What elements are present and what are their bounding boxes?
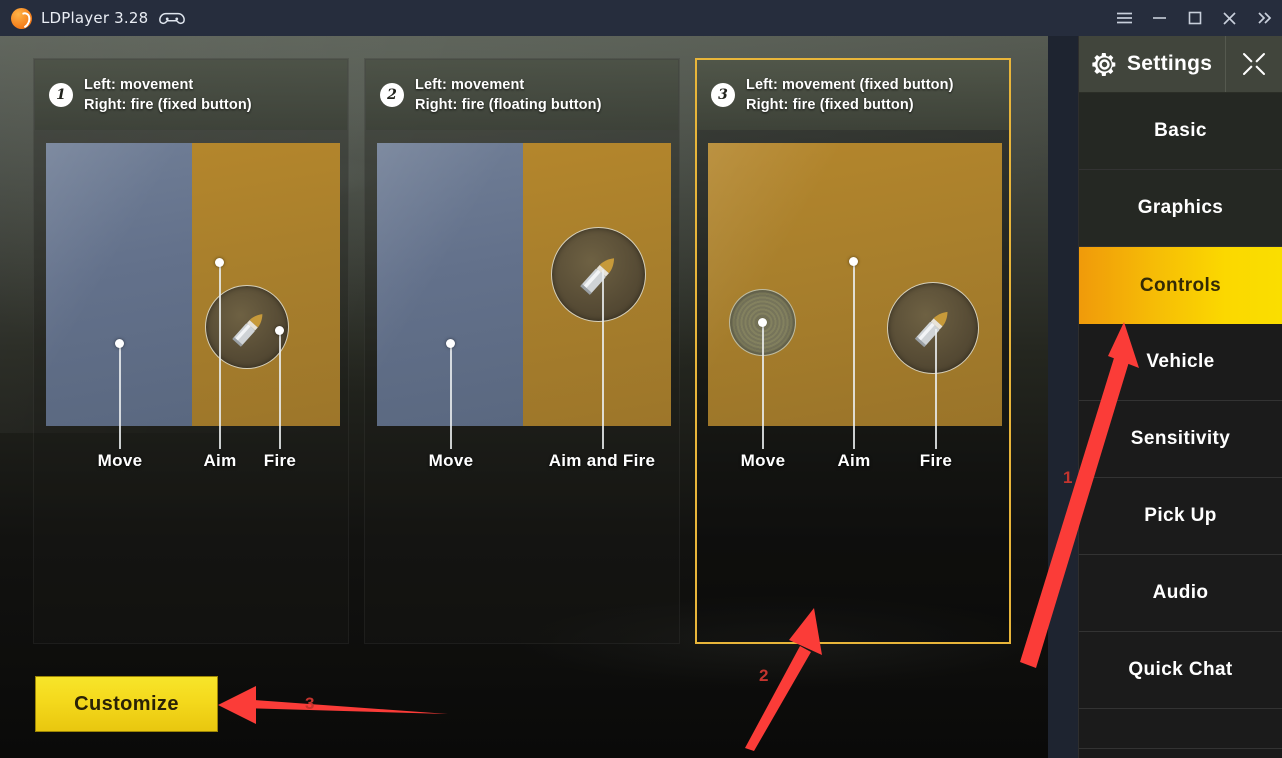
card-line-2: Right: fire (floating button): [415, 97, 602, 113]
card-line-2: Right: fire (fixed button): [746, 97, 914, 113]
sidebar-item-label: Quick Chat: [1128, 659, 1233, 680]
card-line-1: Left: movement: [415, 77, 525, 93]
phone-screen-schematic: [708, 143, 1002, 426]
sidebar-item-label: Controls: [1139, 274, 1222, 296]
full-aim-zone: [708, 143, 1002, 426]
sidebar-item-label: Vehicle: [1146, 351, 1215, 372]
label-fire: Fire: [263, 451, 297, 470]
menu-button[interactable]: [1107, 0, 1142, 36]
gear-icon: [1091, 51, 1118, 78]
gamepad-icon: [159, 8, 186, 28]
sidebar-item-label: Graphics: [1137, 197, 1224, 218]
sidebar-item-label: Audio: [1152, 582, 1209, 603]
bullet-icon: [907, 302, 959, 359]
label-move: Move: [97, 451, 143, 470]
card-description: Left: movement (fixed button) Right: fir…: [746, 75, 954, 115]
control-preset-card-3[interactable]: 3 Left: movement (fixed button) Right: f…: [695, 58, 1011, 644]
sidebar-header: Settings: [1079, 36, 1282, 93]
label-aim: Aim: [837, 451, 871, 470]
sidebar-item-label: Sensitivity: [1130, 428, 1231, 449]
bullet-icon: [572, 248, 626, 307]
customize-button[interactable]: Customize: [35, 676, 218, 732]
aim-zone: [192, 143, 340, 426]
sidebar-item-basic[interactable]: Basic: [1079, 93, 1282, 170]
expand-button[interactable]: [1247, 0, 1282, 36]
move-anchor-dot: [115, 339, 124, 348]
aim-leader-line: [219, 263, 221, 449]
bullet-icon: [225, 305, 273, 358]
sidebar-item-audio[interactable]: Audio: [1079, 555, 1282, 632]
sidebar-close-button[interactable]: [1226, 36, 1282, 92]
aim-leader-line: [853, 262, 855, 449]
card-number-badge: 3: [711, 83, 735, 107]
card-number-badge: 2: [380, 83, 404, 107]
ldplayer-logo-icon: [11, 7, 32, 29]
move-leader-line: [119, 344, 121, 449]
move-anchor-dot: [758, 318, 767, 327]
control-preset-card-1[interactable]: 1 Left: movement Right: fire (fixed butt…: [33, 58, 349, 644]
sidebar-title: Settings: [1127, 52, 1213, 75]
app-root: LDPlayer 3.28 1 Left: movement Right: fi…: [0, 0, 1282, 758]
card-description: Left: movement Right: fire (floating but…: [415, 75, 602, 115]
card-header: 3 Left: movement (fixed button) Right: f…: [697, 60, 1009, 130]
card-diagram: Move Aim and Fire: [366, 130, 678, 642]
game-viewport: 1 Left: movement Right: fire (fixed butt…: [0, 36, 1048, 758]
control-preset-card-2[interactable]: 2 Left: movement Right: fire (floating b…: [364, 58, 680, 644]
window-controls: [1107, 0, 1282, 36]
phone-screen-schematic: [46, 143, 340, 426]
card-header: 2 Left: movement Right: fire (floating b…: [366, 60, 678, 130]
annotation-number-2: 2: [759, 666, 769, 685]
card-diagram: Move Aim Fire: [697, 130, 1009, 642]
card-line-1: Left: movement (fixed button): [746, 77, 954, 93]
card-description: Left: movement Right: fire (fixed button…: [84, 75, 252, 115]
label-fire: Fire: [919, 451, 953, 470]
move-leader-line: [450, 344, 452, 449]
sidebar-item-sensitivity[interactable]: Sensitivity: [1079, 401, 1282, 478]
aim-anchor-dot: [215, 258, 224, 267]
sidebar-item-label: Pick Up: [1144, 505, 1217, 526]
move-leader-line: [762, 323, 764, 449]
fire-leader-line: [279, 330, 281, 449]
aim-and-fire-leader-line: [602, 270, 604, 449]
card-line-1: Left: movement: [84, 77, 194, 93]
sidebar-item-vehicle[interactable]: Vehicle: [1079, 324, 1282, 401]
label-move: Move: [740, 451, 786, 470]
sidebar-item-next-partial[interactable]: [1079, 709, 1282, 749]
label-aim-and-fire: Aim and Fire: [548, 451, 656, 470]
title-bar-left: LDPlayer 3.28: [0, 7, 186, 29]
control-preset-list: 1 Left: movement Right: fire (fixed butt…: [33, 58, 1011, 644]
card-line-2: Right: fire (fixed button): [84, 97, 252, 113]
fire-anchor-dot: [275, 326, 284, 335]
title-bar: LDPlayer 3.28: [0, 0, 1282, 36]
annotation-number-1: 1: [1063, 468, 1073, 487]
card-diagram: Move Aim Fire: [35, 130, 347, 642]
sidebar-item-pick-up[interactable]: Pick Up: [1079, 478, 1282, 555]
fire-leader-line: [935, 329, 937, 449]
maximize-button[interactable]: [1177, 0, 1212, 36]
app-title: LDPlayer 3.28: [41, 9, 149, 27]
card-number-badge: 1: [49, 83, 73, 107]
close-button[interactable]: [1212, 0, 1247, 36]
sidebar-title-group: Settings: [1079, 36, 1226, 92]
sidebar-item-label: Basic: [1154, 120, 1207, 141]
sidebar-item-quick-chat[interactable]: Quick Chat: [1079, 632, 1282, 709]
annotation-number-3: 3: [305, 694, 315, 713]
sidebar-item-graphics[interactable]: Graphics: [1079, 170, 1282, 247]
settings-sidebar: Settings Basic Graphics Controls Vehicle…: [1078, 36, 1282, 758]
aim-anchor-dot: [849, 257, 858, 266]
move-anchor-dot: [446, 339, 455, 348]
sidebar-item-controls[interactable]: Controls: [1079, 247, 1282, 324]
label-aim: Aim: [203, 451, 237, 470]
card-header: 1 Left: movement Right: fire (fixed butt…: [35, 60, 347, 130]
minimize-button[interactable]: [1142, 0, 1177, 36]
label-move: Move: [428, 451, 474, 470]
